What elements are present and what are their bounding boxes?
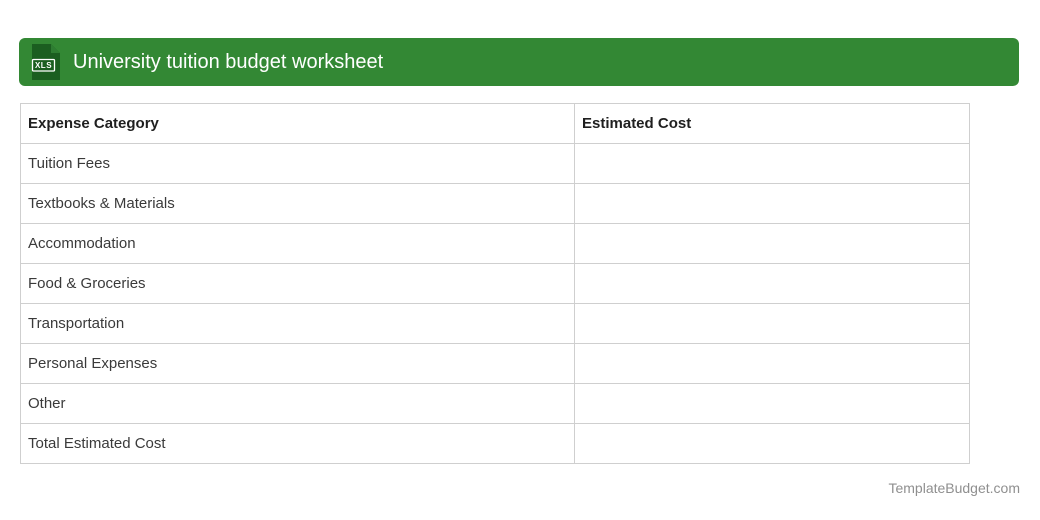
- expense-category-cell: Food & Groceries: [20, 263, 575, 304]
- site-credit: TemplateBudget.com: [888, 480, 1020, 496]
- table-row: Transportation: [20, 303, 970, 344]
- table-row: Other: [20, 383, 970, 424]
- expense-category-cell: Transportation: [20, 303, 575, 344]
- expense-category-cell: Other: [20, 383, 575, 424]
- estimated-cost-cell: [574, 303, 970, 344]
- column-header-expense-category: Expense Category: [20, 103, 575, 144]
- expense-category-cell: Personal Expenses: [20, 343, 575, 384]
- xls-icon-label: XLS: [35, 61, 52, 70]
- budget-table: Expense Category Estimated Cost Tuition …: [20, 103, 970, 464]
- estimated-cost-cell: [574, 423, 970, 464]
- table-header-row: Expense Category Estimated Cost: [20, 103, 970, 144]
- title-bar: XLS University tuition budget worksheet: [19, 38, 1019, 86]
- table-body: Tuition Fees Textbooks & Materials Accom…: [20, 143, 970, 464]
- estimated-cost-cell: [574, 263, 970, 304]
- estimated-cost-cell: [574, 183, 970, 224]
- expense-category-cell: Textbooks & Materials: [20, 183, 575, 224]
- expense-category-cell: Tuition Fees: [20, 143, 575, 184]
- table-row: Food & Groceries: [20, 263, 970, 304]
- table-row: Total Estimated Cost: [20, 423, 970, 464]
- expense-category-cell: Total Estimated Cost: [20, 423, 575, 464]
- table-row: Personal Expenses: [20, 343, 970, 384]
- estimated-cost-cell: [574, 143, 970, 184]
- xls-file-icon: XLS: [31, 44, 60, 80]
- page-title: University tuition budget worksheet: [73, 51, 384, 73]
- expense-category-cell: Accommodation: [20, 223, 575, 264]
- estimated-cost-cell: [574, 383, 970, 424]
- column-header-estimated-cost: Estimated Cost: [574, 103, 970, 144]
- table-row: Textbooks & Materials: [20, 183, 970, 224]
- table-row: Accommodation: [20, 223, 970, 264]
- estimated-cost-cell: [574, 343, 970, 384]
- table-row: Tuition Fees: [20, 143, 970, 184]
- estimated-cost-cell: [574, 223, 970, 264]
